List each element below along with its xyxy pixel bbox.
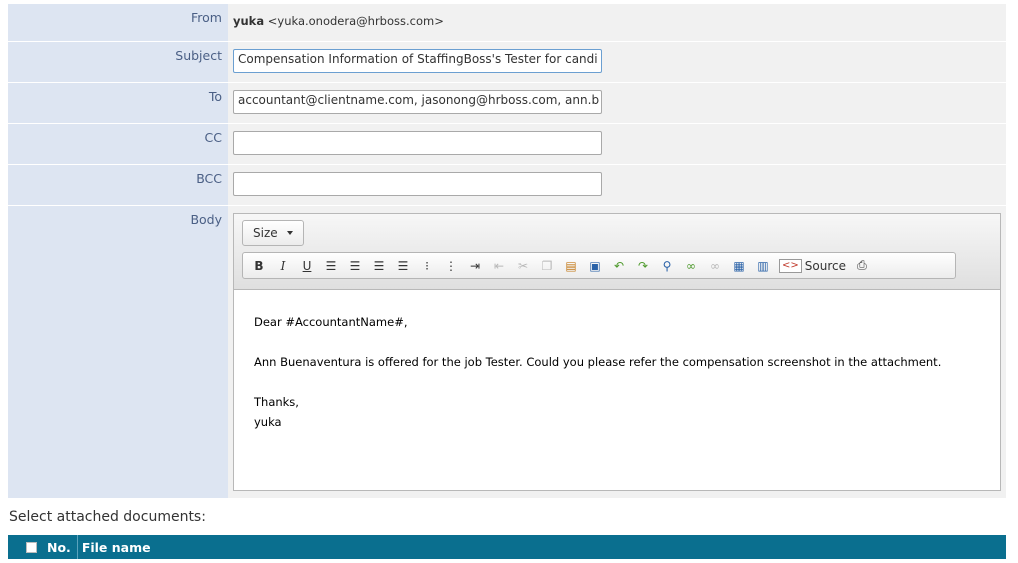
unlink-icon[interactable]: ∞ xyxy=(703,255,727,277)
to-label: To xyxy=(8,83,228,123)
cc-input[interactable] xyxy=(233,131,602,155)
source-button[interactable]: <> Source xyxy=(775,255,850,277)
attachments-heading: Select attached documents: xyxy=(9,509,206,525)
font-size-dropdown[interactable]: Size xyxy=(242,220,304,246)
font-size-label: Size xyxy=(253,226,278,240)
editor-content-area[interactable]: Dear #AccountantName#, Ann Buenaventura … xyxy=(234,290,1000,432)
bcc-row: BCC xyxy=(8,165,1006,205)
align-justify-icon[interactable]: ☰ xyxy=(391,255,415,277)
from-value: yuka <yuka.onodera@hrboss.com> xyxy=(228,4,1006,41)
copy-icon[interactable]: ❐ xyxy=(535,255,559,277)
bcc-label: BCC xyxy=(8,165,228,205)
attachments-table-header: No. File name xyxy=(8,535,1006,559)
editor-button-bar: B I U ☰ ☰ ☰ ☰ ⁝ ⋮ ⇥ ⇤ ✂ ❐ ▤ ▣ ↶ ↷ ⚲ ∞ ∞ … xyxy=(242,252,956,279)
column-file-name[interactable]: File name xyxy=(82,540,151,555)
body-line: Thanks, xyxy=(254,395,299,409)
align-center-icon[interactable]: ☰ xyxy=(343,255,367,277)
rich-text-editor: Size B I U ☰ ☰ ☰ ☰ ⁝ ⋮ ⇥ ⇤ ✂ ❐ ▤ ▣ ↶ ↷ ⚲… xyxy=(233,213,1001,491)
column-no[interactable]: No. xyxy=(47,540,77,555)
subject-input[interactable]: Compensation Information of StaffingBoss… xyxy=(233,49,602,73)
print-icon[interactable]: ⎙ xyxy=(850,255,874,277)
from-email: <yuka.onodera@hrboss.com> xyxy=(267,14,444,28)
align-right-icon[interactable]: ☰ xyxy=(367,255,391,277)
to-row: To accountant@clientname.com, jasonong@h… xyxy=(8,83,1006,123)
from-label: From xyxy=(8,4,228,41)
align-left-icon[interactable]: ☰ xyxy=(319,255,343,277)
from-name: yuka xyxy=(233,14,265,28)
body-line: yuka xyxy=(254,415,282,429)
chevron-down-icon xyxy=(286,231,293,235)
body-line: Dear #AccountantName#, xyxy=(254,315,408,329)
paste-from-word-icon[interactable]: ▣ xyxy=(583,255,607,277)
editor-toolbar: Size B I U ☰ ☰ ☰ ☰ ⁝ ⋮ ⇥ ⇤ ✂ ❐ ▤ ▣ ↶ ↷ ⚲… xyxy=(234,214,1000,290)
outdent-icon[interactable]: ⇤ xyxy=(487,255,511,277)
select-all-checkbox[interactable] xyxy=(26,541,37,553)
source-label: Source xyxy=(804,258,846,273)
undo-icon[interactable]: ↶ xyxy=(607,255,631,277)
email-form: From yuka <yuka.onodera@hrboss.com> Subj… xyxy=(8,4,1006,499)
paste-icon[interactable]: ▤ xyxy=(559,255,583,277)
redo-icon[interactable]: ↷ xyxy=(631,255,655,277)
to-input[interactable]: accountant@clientname.com, jasonong@hrbo… xyxy=(233,90,602,114)
subject-label: Subject xyxy=(8,42,228,82)
underline-button[interactable]: U xyxy=(295,255,319,277)
bulleted-list-icon[interactable]: ⁝ xyxy=(415,255,439,277)
bold-button[interactable]: B xyxy=(247,255,271,277)
subject-row: Subject Compensation Information of Staf… xyxy=(8,42,1006,82)
numbered-list-icon[interactable]: ⋮ xyxy=(439,255,463,277)
cut-icon[interactable]: ✂ xyxy=(511,255,535,277)
body-label: Body xyxy=(8,206,228,498)
image-icon[interactable]: ▦ xyxy=(727,255,751,277)
table-icon[interactable]: ▥ xyxy=(751,255,775,277)
italic-button[interactable]: I xyxy=(271,255,295,277)
body-row: Body Size B I U ☰ ☰ ☰ ☰ ⁝ ⋮ ⇥ ⇤ ✂ ❐ ▤ ▣ … xyxy=(8,206,1006,498)
cc-row: CC xyxy=(8,124,1006,164)
find-icon[interactable]: ⚲ xyxy=(655,255,679,277)
from-row: From yuka <yuka.onodera@hrboss.com> xyxy=(8,4,1006,41)
source-code-icon: <> xyxy=(779,258,802,273)
body-line: Ann Buenaventura is offered for the job … xyxy=(254,355,942,369)
link-icon[interactable]: ∞ xyxy=(679,255,703,277)
cc-label: CC xyxy=(8,124,228,164)
column-divider xyxy=(76,535,78,559)
bcc-input[interactable] xyxy=(233,172,602,196)
indent-icon[interactable]: ⇥ xyxy=(463,255,487,277)
